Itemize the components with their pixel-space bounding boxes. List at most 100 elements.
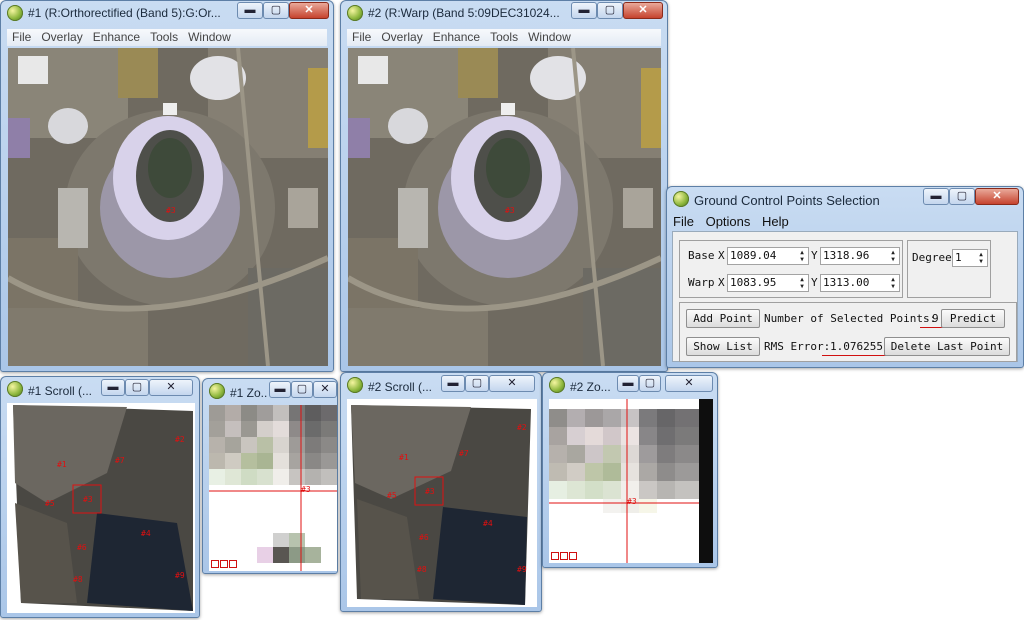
gcp-marker[interactable]: #1 [57, 460, 67, 469]
gcp-marker[interactable]: #8 [73, 575, 83, 584]
image-window-2[interactable]: #2 (R:Warp (Band 5:09DEC31024... ▬ ▢ ✕ F… [340, 0, 668, 372]
minimize-button[interactable]: ▬ [237, 2, 263, 19]
base-y-label: Y [811, 249, 818, 262]
title-bar[interactable]: Ground Control Points Selection ▬ ▢ ✕ [667, 187, 1023, 211]
scroll-overview[interactable]: #2 #1 #7 #3 #5 #4 #6 #8 #9 [347, 399, 537, 607]
base-y-spinner[interactable]: 1318.96 ▲ ▼ [820, 247, 900, 265]
minimize-button[interactable]: ▬ [269, 381, 291, 398]
gcp-marker[interactable]: #7 [459, 449, 469, 458]
gcp-marker[interactable]: #1 [399, 453, 409, 462]
zoom-crosshair-icon[interactable] [569, 552, 577, 560]
maximize-button[interactable]: ▢ [263, 2, 289, 19]
menu-file[interactable]: File [347, 29, 376, 44]
maximize-button[interactable]: ▢ [465, 375, 489, 392]
zoom-crosshair-icon[interactable] [229, 560, 237, 568]
add-point-button[interactable]: Add Point [686, 309, 760, 328]
menu-tools[interactable]: Tools [145, 29, 183, 44]
close-button[interactable]: ✕ [489, 375, 535, 392]
gcp-marker[interactable]: #3 [83, 495, 93, 504]
gcp-marker[interactable]: #4 [141, 529, 151, 538]
title-bar[interactable]: #1 Scroll (... ▬ ▢ ✕ [1, 377, 199, 401]
zoom-window-2[interactable]: #2 Zo... ▬ ▢ ✕ #3 [542, 372, 718, 568]
menu-enhance[interactable]: Enhance [428, 29, 485, 44]
menu-file[interactable]: File [7, 29, 36, 44]
gcp-marker[interactable]: #2 [517, 423, 527, 432]
zoom-in-icon[interactable] [220, 560, 228, 568]
satellite-image-view[interactable]: #3 [8, 48, 328, 366]
title-bar[interactable]: #2 Zo... ▬ ▢ ✕ [543, 373, 717, 397]
title-bar[interactable]: #2 (R:Warp (Band 5:09DEC31024... ▬ ▢ ✕ [341, 1, 667, 25]
close-button[interactable]: ✕ [289, 2, 329, 19]
menu-overlay[interactable]: Overlay [36, 29, 87, 44]
close-button[interactable]: ✕ [149, 379, 193, 396]
image-window-1[interactable]: #1 (R:Orthorectified (Band 5):G:Or... ▬ … [0, 0, 334, 372]
minimize-button[interactable]: ▬ [923, 188, 949, 205]
close-button[interactable]: ✕ [313, 381, 337, 398]
gcp-marker[interactable]: #9 [517, 565, 527, 574]
degree-spinner[interactable]: 1 ▲ ▼ [952, 249, 988, 267]
menu-overlay[interactable]: Overlay [376, 29, 427, 44]
minimize-button[interactable]: ▬ [101, 379, 125, 396]
maximize-button[interactable]: ▢ [291, 381, 313, 398]
spinner-arrows-icon[interactable]: ▲ ▼ [797, 276, 807, 290]
delete-last-point-button[interactable]: Delete Last Point [884, 337, 1010, 356]
minimize-button[interactable]: ▬ [441, 375, 465, 392]
gcp-menu-options[interactable]: Options [706, 214, 751, 229]
gcp-marker[interactable]: #2 [175, 435, 185, 444]
gcp-marker[interactable]: #3 [505, 206, 515, 215]
warp-label: Warp [688, 276, 715, 289]
predict-button[interactable]: Predict [941, 309, 1005, 328]
warp-y-spinner[interactable]: 1313.00 ▲ ▼ [820, 274, 900, 292]
spinner-arrows-icon[interactable]: ▲ ▼ [976, 251, 986, 265]
num-points-label: Number of Selected Points: [764, 312, 937, 325]
gcp-marker[interactable]: #7 [115, 456, 125, 465]
num-points-value: 9 [932, 312, 939, 325]
spinner-arrows-icon[interactable]: ▲ ▼ [797, 249, 807, 263]
menu-enhance[interactable]: Enhance [88, 29, 145, 44]
close-button[interactable]: ✕ [665, 375, 713, 392]
maximize-button[interactable]: ▢ [949, 188, 975, 205]
gcp-marker[interactable]: #3 [301, 485, 311, 494]
gcp-marker[interactable]: #9 [175, 571, 185, 580]
gcp-marker[interactable]: #4 [483, 519, 493, 528]
zoom-out-icon[interactable] [211, 560, 219, 568]
gcp-marker[interactable]: #3 [425, 487, 435, 496]
scroll-overview[interactable]: #2 #1 #7 #3 #5 #4 #6 #8 #9 [7, 403, 195, 613]
menu-window[interactable]: Window [523, 29, 576, 44]
scroll-window-2[interactable]: #2 Scroll (... ▬ ▢ ✕ #2 #1 #7 #3 #5 #4 #… [340, 372, 542, 612]
maximize-button[interactable]: ▢ [597, 2, 623, 19]
gcp-menu-file[interactable]: File [673, 214, 694, 229]
minimize-button[interactable]: ▬ [571, 2, 597, 19]
close-button[interactable]: ✕ [975, 188, 1019, 205]
zoom-in-icon[interactable] [560, 552, 568, 560]
spinner-arrows-icon[interactable]: ▲ ▼ [888, 276, 898, 290]
show-list-button[interactable]: Show List [686, 337, 760, 356]
title-bar[interactable]: #2 Scroll (... ▬ ▢ ✕ [341, 373, 541, 397]
gcp-marker[interactable]: #6 [419, 533, 429, 542]
maximize-button[interactable]: ▢ [125, 379, 149, 396]
maximize-button[interactable]: ▢ [639, 375, 661, 392]
satellite-image-view[interactable]: #3 [348, 48, 661, 366]
scroll-window-1[interactable]: #1 Scroll (... ▬ ▢ ✕ #2 #1 #7 #3 #5 #4 #… [0, 376, 200, 618]
gcp-marker[interactable]: #3 [166, 206, 176, 215]
base-x-spinner[interactable]: 1089.04 ▲ ▼ [727, 247, 809, 265]
title-bar[interactable]: #1 Zo... ▬ ▢ ✕ [203, 379, 337, 403]
warp-x-spinner[interactable]: 1083.95 ▲ ▼ [727, 274, 809, 292]
gcp-marker[interactable]: #6 [77, 543, 87, 552]
menu-window[interactable]: Window [183, 29, 236, 44]
zoom-out-icon[interactable] [551, 552, 559, 560]
gcp-menu-help[interactable]: Help [762, 214, 789, 229]
minimize-button[interactable]: ▬ [617, 375, 639, 392]
gcp-marker[interactable]: #5 [45, 499, 55, 508]
gcp-marker[interactable]: #3 [627, 497, 637, 506]
gcp-marker[interactable]: #8 [417, 565, 427, 574]
zoom-window-1[interactable]: #1 Zo... ▬ ▢ ✕ #3 [202, 378, 338, 574]
spinner-arrows-icon[interactable]: ▲ ▼ [888, 249, 898, 263]
close-button[interactable]: ✕ [623, 2, 663, 19]
zoom-view[interactable]: #3 [549, 399, 713, 563]
menu-tools[interactable]: Tools [485, 29, 523, 44]
title-bar[interactable]: #1 (R:Orthorectified (Band 5):G:Or... ▬ … [1, 1, 333, 25]
gcp-selection-dialog[interactable]: Ground Control Points Selection ▬ ▢ ✕ Fi… [666, 186, 1024, 368]
zoom-view[interactable]: #3 [209, 405, 337, 571]
gcp-marker[interactable]: #5 [387, 491, 397, 500]
